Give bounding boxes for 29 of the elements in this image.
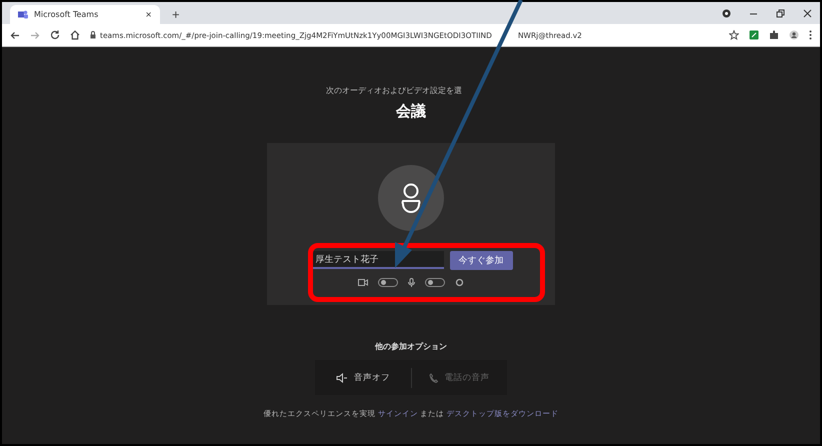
browser-tab[interactable]: Microsoft Teams × xyxy=(10,5,160,24)
profile-icon[interactable] xyxy=(722,8,731,18)
speaker-off-icon xyxy=(336,372,348,382)
account-icon[interactable] xyxy=(789,30,799,40)
join-option[interactable]: 音声オフ xyxy=(315,370,410,384)
teams-icon xyxy=(18,10,28,19)
new-tab-button[interactable]: + xyxy=(168,5,184,24)
tab-close-button[interactable]: × xyxy=(145,10,152,19)
lock-icon xyxy=(90,31,96,39)
tab-title: Microsoft Teams xyxy=(34,10,100,19)
puzzle-icon[interactable] xyxy=(769,30,779,40)
close-icon[interactable] xyxy=(803,8,812,18)
home-icon[interactable] xyxy=(70,30,80,40)
camera-icon xyxy=(358,279,368,286)
restore-icon[interactable] xyxy=(776,8,785,18)
join-now-button[interactable]: 今すぐ参加 xyxy=(450,251,512,270)
reload-icon[interactable] xyxy=(50,30,60,40)
phone-icon xyxy=(429,372,438,382)
star-icon[interactable] xyxy=(729,30,739,40)
extension-icon[interactable] xyxy=(749,30,759,40)
settings-icon[interactable] xyxy=(455,278,464,287)
microphone-icon xyxy=(408,278,415,287)
meeting-title: 会議 xyxy=(396,102,426,121)
menu-icon[interactable] xyxy=(809,30,812,40)
toggle-switch[interactable] xyxy=(425,278,445,287)
toggle-switch[interactable] xyxy=(378,278,398,287)
other-options-heading: 他の参加オプション xyxy=(375,341,447,352)
settings-prompt: 次のオーディオおよびビデオ設定を選 xyxy=(326,85,462,96)
back-icon[interactable] xyxy=(10,30,20,40)
